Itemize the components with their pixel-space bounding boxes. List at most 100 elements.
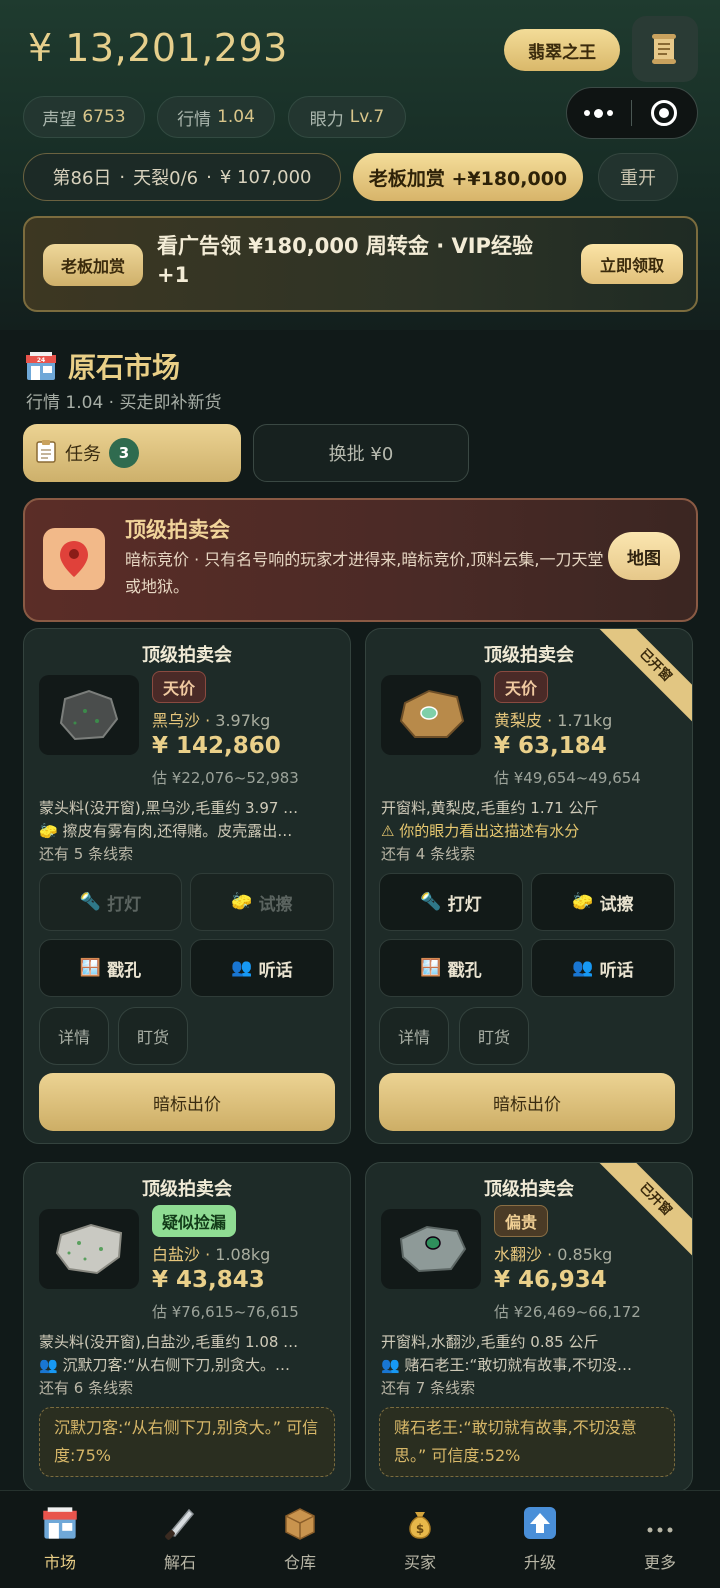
price-badge: 疑似捡漏	[152, 1205, 237, 1237]
action-label: 打灯	[447, 894, 482, 915]
action-label: 听话	[258, 960, 293, 981]
detail-button[interactable]: 详情	[379, 1007, 449, 1065]
boss-bonus-button[interactable]: 老板加赏 +¥180,000	[353, 153, 583, 201]
clue-line: 蒙头料(没开窗),白盐沙,毛重约 1.08 …	[39, 1333, 299, 1351]
stone-image	[381, 1209, 481, 1289]
stone-type-name: 黑乌沙	[152, 711, 201, 730]
market-subtitle: 行情 1.04 · 买走即补新货	[26, 393, 222, 413]
stone-image	[381, 675, 481, 755]
tab-label: 解石	[163, 1553, 196, 1572]
watch-button[interactable]: 盯货	[118, 1007, 188, 1065]
tab-buyers[interactable]: $ 买家	[360, 1491, 480, 1588]
restart-button[interactable]: 重开	[598, 153, 678, 201]
price-badge: 天价	[494, 671, 549, 703]
clue-line: 🧽 擦皮有雾有肉,还得赌。皮壳露出…	[39, 822, 293, 840]
stone-card[interactable]: 顶级拍卖会 天价 黑乌沙 · 3.97kg ¥ 142,860 估 ¥22,07…	[23, 628, 351, 1144]
task-button[interactable]: 任务 3	[23, 424, 241, 482]
stone-card[interactable]: 顶级拍卖会 疑似捡漏 白盐沙 · 1.08kg ¥ 43,843 估 ¥76,6…	[23, 1162, 351, 1492]
clue-line: 蒙头料(没开窗),黑乌沙,毛重约 3.97 …	[39, 799, 299, 817]
stone-type-name: 白盐沙	[152, 1245, 201, 1264]
flashlight-icon: 🔦	[420, 892, 442, 912]
stone-card[interactable]: 已开窗 顶级拍卖会 偏贵 水翻沙 · 0.85kg ¥ 46,934 估 ¥26…	[365, 1162, 693, 1492]
tab-label: 升级	[523, 1553, 556, 1572]
price-estimate: 估 ¥76,615~76,615	[152, 1303, 299, 1321]
scroll-icon[interactable]	[632, 16, 698, 82]
clue-line: 👥 沉默刀客:“从右侧下刀,别贪大。…	[39, 1356, 291, 1374]
map-button[interactable]: 地图	[608, 532, 680, 580]
clue-line: 开窗料,水翻沙,毛重约 0.85 公斤	[381, 1333, 599, 1351]
stat-label: 声望	[42, 109, 77, 130]
detail-button[interactable]: 详情	[39, 1007, 109, 1065]
stone-weight: 1.71kg	[557, 711, 613, 730]
svg-text:$: $	[416, 1522, 424, 1536]
title-badge[interactable]: 翡翠之王	[504, 29, 620, 71]
listen-button[interactable]: 👥 听话	[190, 939, 334, 997]
clue-line: ⚠ 你的眼力看出这描述有水分	[381, 822, 580, 840]
rub-button[interactable]: 🧽 试擦	[531, 873, 675, 931]
action-label: 打灯	[107, 894, 142, 915]
stone-image	[39, 1209, 139, 1289]
price-estimate: 估 ¥49,654~49,654	[494, 769, 641, 787]
card-title: 顶级拍卖会	[484, 645, 574, 666]
banner-tag: 老板加赏	[43, 244, 143, 286]
stone-card[interactable]: 已开窗 顶级拍卖会 天价 黄梨皮 · 1.71kg ¥ 63,184 估 ¥49…	[365, 628, 693, 1144]
close-target-icon[interactable]	[632, 100, 698, 126]
cash-label: ¥ 107,000	[219, 166, 312, 188]
listen-button[interactable]: 👥 听话	[531, 939, 675, 997]
stone-weight: 0.85kg	[557, 1245, 613, 1264]
card-title: 顶级拍卖会	[142, 1179, 232, 1200]
location-pin-icon	[43, 528, 105, 590]
poke-hole-button[interactable]: 🪟 戳孔	[379, 939, 523, 997]
watch-button[interactable]: 盯货	[459, 1007, 529, 1065]
tianlie-label: 天裂0/6	[133, 168, 199, 189]
banner-text: 看广告领 ¥180,000 周转金 · VIP经验 +1	[157, 234, 533, 287]
action-label: 试擦	[599, 894, 634, 915]
people-icon: 👥	[572, 958, 594, 978]
mini-program-capsule	[566, 87, 698, 139]
stat-value: 1.04	[217, 107, 255, 127]
tab-cut-stone[interactable]: 解石	[120, 1491, 240, 1588]
tab-label: 仓库	[283, 1553, 316, 1572]
more-clues: 还有 4 条线索	[381, 845, 476, 863]
action-label: 试擦	[258, 894, 293, 915]
stone-type: 黑乌沙 · 3.97kg	[152, 711, 271, 730]
light-button[interactable]: 🔦 打灯	[39, 873, 182, 931]
sealed-bid-button[interactable]: 暗标出价	[379, 1073, 675, 1131]
people-icon: 👥	[231, 958, 253, 978]
stone-weight: 1.08kg	[215, 1245, 271, 1264]
poke-hole-button[interactable]: 🪟 戳孔	[39, 939, 182, 997]
header: ¥ 13,201,293 翡翠之王 声望 6753 行情 1.04 眼力 Lv.…	[0, 0, 720, 330]
up-arrow-icon	[520, 1503, 560, 1543]
price-estimate: 估 ¥22,076~52,983	[152, 769, 299, 787]
stone-price: ¥ 63,184	[494, 733, 607, 759]
tab-market[interactable]: 市场	[0, 1491, 120, 1588]
window-icon: 🪟	[79, 958, 102, 978]
sealed-bid-button[interactable]: 暗标出价	[39, 1073, 335, 1131]
action-label: 听话	[599, 960, 634, 981]
window-icon: 🪟	[420, 958, 442, 978]
auction-desc: 暗标竞价 · 只有名号响的玩家才进得来,暗标竞价,顶料云集,一刀天堂或地狱。	[125, 550, 604, 596]
claim-button[interactable]: 立即领取	[581, 244, 683, 284]
clue-line: 开窗料,黄梨皮,毛重约 1.71 公斤	[381, 799, 599, 817]
more-dots-icon[interactable]	[567, 108, 631, 118]
stone-image	[39, 675, 139, 755]
tab-more[interactable]: 更多	[600, 1491, 720, 1588]
ad-banner: 老板加赏 看广告领 ¥180,000 周转金 · VIP经验 +1 立即领取	[23, 216, 698, 312]
store-icon: 24	[24, 349, 58, 383]
npc-quote: 沉默刀客:“从右侧下刀,别贪大。” 可信度:75%	[39, 1407, 335, 1477]
swap-batch-button[interactable]: 换批 ¥0	[253, 424, 469, 482]
task-label: 任务	[65, 444, 101, 465]
tab-upgrade[interactable]: 升级	[480, 1491, 600, 1588]
svg-text:24: 24	[37, 357, 45, 364]
store-icon	[40, 1503, 80, 1543]
market-title: 原石市场	[68, 351, 181, 384]
tab-warehouse[interactable]: 仓库	[240, 1491, 360, 1588]
stat-label: 行情	[177, 109, 212, 130]
stat-value: 6753	[82, 107, 126, 127]
stone-type: 黄梨皮 · 1.71kg	[494, 711, 613, 730]
npc-quote: 赌石老王:“敢切就有故事,不切没意思。” 可信度:52%	[379, 1407, 675, 1477]
light-button[interactable]: 🔦 打灯	[379, 873, 523, 931]
stone-price: ¥ 46,934	[494, 1267, 607, 1293]
stat-market: 行情 1.04	[157, 96, 275, 138]
rub-button[interactable]: 🧽 试擦	[190, 873, 334, 931]
